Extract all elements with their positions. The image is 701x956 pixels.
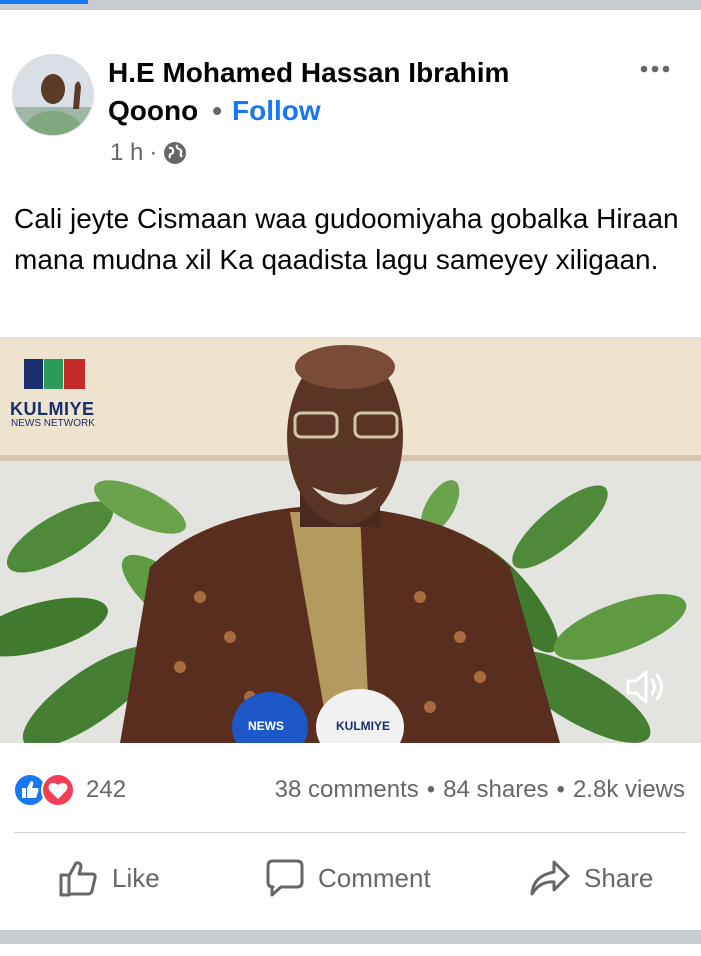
post-time[interactable]: 1 h <box>110 139 143 167</box>
reactions-summary[interactable]: 242 <box>12 772 126 808</box>
bottom-divider-bar <box>0 930 701 944</box>
more-options-icon <box>640 65 670 73</box>
share-label: Share <box>584 862 654 893</box>
like-label: Like <box>112 862 160 893</box>
follow-button[interactable]: Follow <box>232 95 321 126</box>
post-video[interactable]: KULMIYE NEWS NETWORK NEWS KULMIYE <box>0 337 701 743</box>
avatar-photo <box>13 55 93 135</box>
comments-count[interactable]: 38 comments <box>275 776 419 804</box>
reaction-icons <box>13 773 75 807</box>
post-text: Cali jeyte Cismaan waa gudoomiyaha gobal… <box>14 203 679 275</box>
top-accent-bar <box>0 0 88 4</box>
stats-separator: • <box>426 776 436 803</box>
top-divider-bar <box>0 0 701 10</box>
comment-label: Comment <box>318 862 431 893</box>
channel-logo-name: KULMIYE <box>10 399 95 419</box>
microphone-right-label: KULMIYE <box>336 719 390 733</box>
comment-icon <box>266 859 304 897</box>
shares-count[interactable]: 84 shares <box>443 776 548 804</box>
globe-icon <box>164 142 187 164</box>
volume-button[interactable] <box>622 664 668 710</box>
actions-divider <box>14 832 686 833</box>
share-button[interactable]: Share <box>528 852 653 904</box>
love-reaction-icon <box>41 773 75 807</box>
volume-icon <box>626 670 663 704</box>
share-icon <box>530 860 570 896</box>
views-count: 2.8k views <box>572 776 685 803</box>
like-button[interactable]: Like <box>58 852 160 904</box>
post-header: H.E Mohamed Hassan Ibrahim Qoono • Follow <box>108 54 588 130</box>
thumbs-up-icon <box>59 861 97 897</box>
channel-logo-subtitle: NEWS NETWORK <box>11 418 95 429</box>
follow-separator: • <box>212 95 223 126</box>
reaction-count: 242 <box>86 776 127 803</box>
post-meta: 1 h · <box>110 138 187 168</box>
more-options-button[interactable] <box>636 56 676 82</box>
video-frame <box>0 337 701 743</box>
microphone-left-label: NEWS <box>248 719 284 733</box>
meta-dot: · <box>149 139 158 166</box>
comment-button[interactable]: Comment <box>264 852 431 904</box>
engagement-stats: 38 comments • 84 shares • 2.8k views <box>275 772 685 808</box>
stats-separator: • <box>556 776 565 803</box>
author-avatar[interactable] <box>12 54 94 136</box>
